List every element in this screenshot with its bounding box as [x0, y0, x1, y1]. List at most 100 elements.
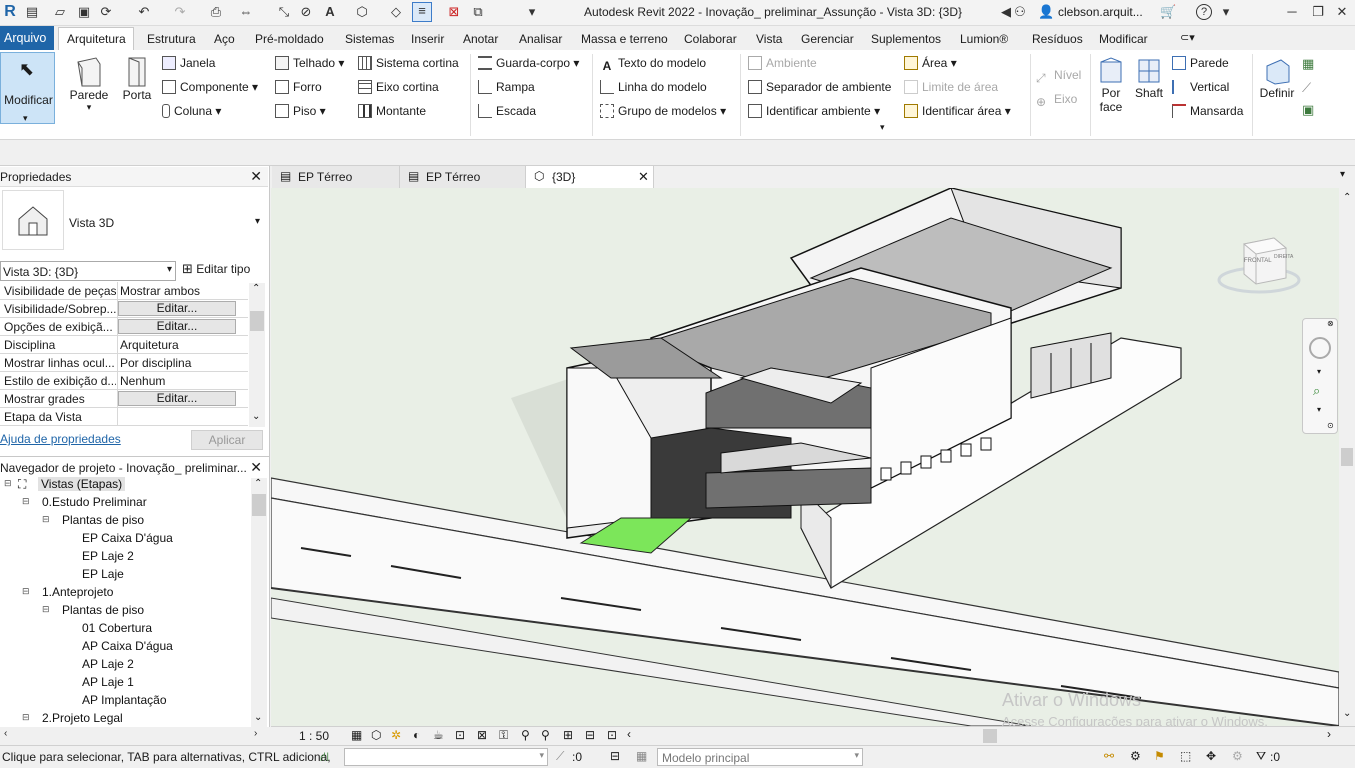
browser-item[interactable]: Plantas de piso — [62, 513, 144, 527]
help-icon[interactable]: ? — [1196, 4, 1212, 20]
scroll-right-icon[interactable]: › — [254, 728, 257, 739]
browser-item[interactable]: EP Laje 2 — [82, 549, 134, 563]
limite-area-button[interactable]: Limite de área — [904, 80, 998, 94]
modificar-dropdown-icon[interactable]: ▾ — [23, 113, 28, 124]
reveal-hidden-icon[interactable]: ⚲ — [541, 728, 550, 742]
property-row[interactable]: Mostrar linhas ocul... Por disciplina — [0, 354, 248, 372]
property-value-cell[interactable]: Editar... — [117, 390, 247, 407]
tab-massa-terreno[interactable]: Massa e terreno — [581, 32, 668, 46]
view-cube-right[interactable]: DIREITA — [1274, 254, 1293, 260]
zoom-dropdown-icon[interactable]: ▾ — [1317, 405, 1321, 414]
undo-icon[interactable]: ↶ — [136, 4, 152, 20]
tab-aco[interactable]: Aço — [214, 32, 235, 46]
tab-arquivo[interactable]: Arquivo — [0, 26, 54, 50]
view-tab-ep-terreo-2[interactable]: ▤ EP Térreo — [400, 166, 526, 188]
worksharing-icon[interactable]: ⊞ — [563, 728, 573, 742]
property-row[interactable]: Visibilidade/Sobrep... Editar... — [0, 300, 248, 318]
select-pinned-icon[interactable]: ⚑ — [1154, 749, 1165, 763]
scroll-up-icon[interactable]: ⌃ — [254, 478, 262, 489]
instance-selector[interactable]: Vista 3D: {3D} ▾ — [0, 261, 176, 281]
tab-sistemas[interactable]: Sistemas — [345, 32, 394, 46]
close-hidden-icon[interactable]: ⊠ — [446, 4, 462, 20]
separador-ambiente-button[interactable]: Separador de ambiente — [748, 80, 891, 94]
guarda-corpo-button[interactable]: Guarda-corpo ▾ — [478, 56, 579, 70]
componente-button[interactable]: Componente ▾ — [162, 80, 258, 94]
tab-modificar[interactable]: Modificar — [1099, 32, 1148, 46]
visual-style-icon[interactable]: ⬡ — [371, 728, 381, 742]
nivel-button[interactable]: ⤢ Nível — [1036, 68, 1081, 85]
save-icon[interactable]: ▣ — [76, 4, 92, 20]
sync-icon[interactable]: ⟳ — [98, 4, 114, 20]
browser-item[interactable]: Vistas (Etapas) — [38, 477, 126, 491]
tab-vista[interactable]: Vista — [756, 32, 782, 46]
tab-residuos[interactable]: Resíduos — [1032, 32, 1083, 46]
por-face-button[interactable]: Por face — [1094, 56, 1128, 114]
property-value-cell[interactable]: Editar... — [117, 318, 247, 335]
tab-estrutura[interactable]: Estrutura — [147, 32, 196, 46]
montante-button[interactable]: Montante — [358, 104, 426, 118]
mansarda-button[interactable]: Mansarda — [1172, 104, 1243, 118]
constraints-icon[interactable]: ⊡ — [607, 728, 617, 742]
browser-item[interactable]: Plantas de piso — [62, 603, 144, 617]
show-crop-icon[interactable]: ⊠ — [477, 728, 487, 742]
properties-help-link[interactable]: Ajuda de propriedades — [0, 432, 121, 446]
telhado-button[interactable]: Telhado ▾ — [275, 56, 344, 70]
3d-viewport[interactable] — [271, 188, 1339, 726]
browser-scrollbar[interactable]: ⌃ ⌄ — [251, 478, 267, 728]
open-icon[interactable]: ▱ — [52, 4, 68, 20]
restore-icon[interactable]: ❐ — [1310, 4, 1326, 20]
browser-h-scrollbar[interactable]: ‹ › — [0, 727, 270, 745]
browser-item[interactable]: 0.Estudo Preliminar — [42, 495, 147, 509]
print-icon[interactable]: ⎙ — [208, 4, 224, 20]
browser-item[interactable]: 1.Anteprojeto — [42, 585, 113, 599]
tag-icon[interactable]: ⊘ — [298, 4, 314, 20]
type-dropdown-icon[interactable]: ▾ — [255, 216, 260, 227]
switch-windows-icon[interactable]: ⧉ — [470, 4, 486, 20]
coluna-button[interactable]: Coluna ▾ — [162, 104, 221, 118]
property-row[interactable]: Visibilidade de peças Mostrar ambos — [0, 282, 248, 300]
section-icon[interactable]: ◇ — [388, 4, 404, 20]
view-tab-3d[interactable]: ⬡ {3D} ✕ — [526, 166, 654, 188]
tree-collapse-icon[interactable]: ⊟ — [22, 712, 30, 723]
property-value-cell[interactable]: Por disciplina — [117, 354, 247, 371]
property-edit-button[interactable]: Editar... — [118, 319, 236, 334]
shadows-icon[interactable]: ◐ — [413, 728, 420, 742]
property-value-cell[interactable]: Editar... — [117, 300, 247, 317]
browser-item[interactable]: 01 Cobertura — [82, 621, 152, 635]
scroll-right-icon[interactable]: › — [1327, 727, 1331, 741]
scroll-thumb[interactable] — [250, 311, 264, 331]
view-cube[interactable]: FRONTAL DIREITA — [1216, 230, 1302, 298]
thin-lines-icon[interactable]: ≡ — [412, 2, 432, 22]
analytical-icon[interactable]: ⊟ — [585, 728, 595, 742]
nav-options-icon[interactable]: ⊙ — [1327, 421, 1334, 430]
user-icon[interactable]: 👤 — [1038, 4, 1054, 20]
ambiente-button[interactable]: Ambiente — [748, 56, 817, 70]
properties-scrollbar[interactable]: ⌃ ⌄ — [249, 283, 265, 427]
editable-only-icon[interactable]: ⟋ — [556, 749, 564, 764]
tree-collapse-icon[interactable]: ⊟ — [22, 586, 30, 597]
workset-selector[interactable]: ▾ — [344, 748, 548, 766]
user-name[interactable]: clebson.arquit... — [1058, 5, 1143, 19]
browser-item[interactable]: AP Caixa D'água — [82, 639, 173, 653]
parede-opening-button[interactable]: Parede — [1172, 56, 1229, 70]
property-row[interactable]: Opções de exibiçã... Editar... — [0, 318, 248, 336]
cart-icon[interactable]: 🛒 — [1160, 4, 1176, 20]
property-value-cell[interactable]: Mostrar ambos — [117, 282, 247, 299]
tab-analisar[interactable]: Analisar — [519, 32, 562, 46]
drag-elements-icon[interactable]: ✥ — [1206, 749, 1216, 763]
property-edit-button[interactable]: Editar... — [118, 391, 236, 406]
close-icon[interactable]: ✕ — [1334, 4, 1350, 20]
browser-item[interactable]: AP Implantação — [82, 693, 167, 707]
escada-button[interactable]: Escada — [478, 104, 536, 118]
nav-close-icon[interactable]: ⊗ — [1327, 319, 1334, 328]
tree-collapse-icon[interactable]: ⊟ — [42, 514, 50, 525]
definir-button[interactable]: Definir — [1256, 56, 1298, 100]
rampa-button[interactable]: Rampa — [478, 80, 535, 94]
customize-qa-icon[interactable]: ▾ — [524, 4, 540, 20]
view-scale[interactable]: 1 : 50 — [299, 729, 329, 743]
scroll-left-icon[interactable]: ‹ — [4, 728, 7, 739]
sun-path-icon[interactable]: ✲ — [391, 728, 401, 742]
tree-collapse-icon[interactable]: ⊟ — [22, 496, 30, 507]
background-process-icon[interactable]: ⚙ — [1232, 749, 1243, 763]
modificar-button[interactable]: ⬉ Modificar ▾ — [0, 52, 55, 124]
